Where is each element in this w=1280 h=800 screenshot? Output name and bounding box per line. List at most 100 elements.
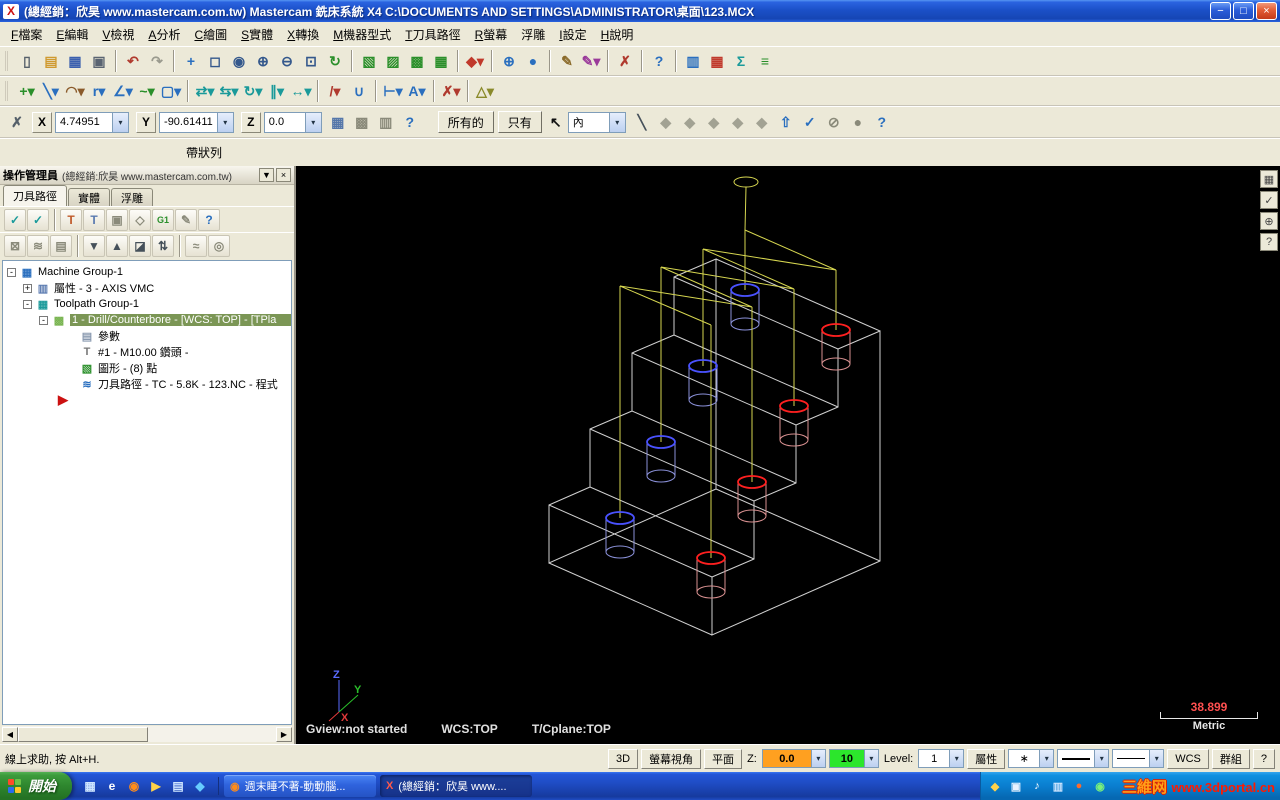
tray-network-icon[interactable]: ▥ xyxy=(1050,778,1066,794)
ql-show-desktop[interactable]: ▦ xyxy=(81,777,99,795)
gview-top-button[interactable]: ▧ xyxy=(357,49,381,73)
line-width-combo[interactable]: 10 ▾ xyxy=(828,749,879,768)
menu-view[interactable]: V檢視 xyxy=(95,23,141,46)
xform-rotate-button[interactable]: ↻▾ xyxy=(241,79,265,103)
join-entities-button[interactable]: ∪ xyxy=(347,79,371,103)
save-file-button[interactable]: ▦ xyxy=(63,49,87,73)
scroll-right-icon[interactable]: ▶ xyxy=(276,726,292,742)
plane-button[interactable]: 平面 xyxy=(704,748,743,769)
wcs-button[interactable]: WCS xyxy=(1167,748,1209,769)
level-combo[interactable]: 1 ▾ xyxy=(918,749,965,768)
tree-geometry[interactable]: ▧ 圖形 - (8) 點 xyxy=(3,360,291,376)
regen-dirty-button[interactable]: T xyxy=(83,208,105,231)
toolbar-grip[interactable] xyxy=(5,51,10,71)
z-axis-button[interactable]: Z xyxy=(240,111,261,133)
tree-operation-1[interactable]: - ▩ 1 - Drill/Counterbore - [WCS: TOP] -… xyxy=(3,312,291,328)
tree-properties[interactable]: + ▥ 屬性 - 3 - AXIS VMC xyxy=(3,280,291,296)
vp-zoom-button[interactable]: ⊕ xyxy=(1260,212,1278,230)
ql-media-player[interactable]: ▶ xyxy=(147,777,165,795)
ops-help-button[interactable]: ? xyxy=(198,208,220,231)
new-file-button[interactable]: ▯ xyxy=(15,49,39,73)
ql-mail[interactable]: ▤ xyxy=(169,777,187,795)
redo-button[interactable]: ↷ xyxy=(145,49,169,73)
ql-firefox[interactable]: ◉ xyxy=(125,777,143,795)
menu-art[interactable]: 浮雕 xyxy=(514,23,552,46)
tab-solids[interactable]: 實體 xyxy=(68,188,110,206)
chevron-down-icon[interactable]: ▾ xyxy=(1039,750,1054,767)
toolpath-display-button[interactable]: ≋ xyxy=(27,234,49,257)
gview-side-button[interactable]: ▩ xyxy=(405,49,429,73)
select-all-operations-button[interactable]: ✓ xyxy=(4,208,26,231)
ops-doc-button[interactable]: ▤ xyxy=(50,234,72,257)
gview-cube-button[interactable]: ◆▾ xyxy=(463,49,487,73)
tree-toggle[interactable]: - xyxy=(23,299,32,309)
selection-mode-select[interactable]: 內 ▾ xyxy=(567,111,626,133)
select-mask-button-1[interactable]: ◆ xyxy=(654,110,678,134)
cursor-x-button[interactable]: ✗ xyxy=(5,110,29,134)
toolpath-lock-button[interactable]: ⊠ xyxy=(4,234,26,257)
menu-solids[interactable]: S實體 xyxy=(234,23,280,46)
tray-ime-icon[interactable]: ▣ xyxy=(1008,778,1024,794)
select-sphere-button[interactable]: ● xyxy=(846,110,870,134)
close-button[interactable]: × xyxy=(1256,2,1277,20)
undo-button[interactable]: ↶ xyxy=(121,49,145,73)
3d-mode-button[interactable]: 3D xyxy=(608,748,639,769)
select-mask-button-5[interactable]: ◆ xyxy=(750,110,774,134)
toolbar-grip[interactable] xyxy=(5,81,10,101)
autocursor-config-button[interactable]: ▦ xyxy=(326,110,350,134)
tree-insert-marker[interactable]: ▶ xyxy=(3,392,291,408)
macros-button[interactable]: ≡ xyxy=(753,49,777,73)
select-mask-button-4[interactable]: ◆ xyxy=(726,110,750,134)
zoom-in-button[interactable]: ⊕ xyxy=(251,49,275,73)
menu-toolpaths[interactable]: T刀具路徑 xyxy=(398,23,467,46)
tree-parameters[interactable]: ▤ 參數 xyxy=(3,328,291,344)
post-button[interactable]: G1 xyxy=(152,208,174,231)
menu-xform[interactable]: X轉換 xyxy=(280,23,326,46)
chevron-down-icon[interactable]: ▾ xyxy=(112,112,129,132)
attributes-button[interactable]: 屬性 xyxy=(967,748,1006,769)
point-style-combo[interactable]: ∗ ▾ xyxy=(1008,749,1055,768)
single-line-select-button[interactable]: ╲ xyxy=(630,110,654,134)
menu-screen[interactable]: R螢幕 xyxy=(468,23,515,46)
ql-internet-explorer[interactable]: e xyxy=(103,777,121,795)
xform-scale-button[interactable]: ↔▾ xyxy=(289,79,313,103)
verify-button[interactable]: ◇ xyxy=(129,208,151,231)
create-line-button[interactable]: ╲▾ xyxy=(39,79,63,103)
chevron-down-icon[interactable]: ▾ xyxy=(304,112,321,132)
note-button[interactable]: A▾ xyxy=(405,79,429,103)
tray-update-icon[interactable]: ● xyxy=(1071,778,1087,794)
move-insert-button[interactable]: ◪ xyxy=(129,234,151,257)
only-display-button[interactable]: ≈ xyxy=(185,234,207,257)
create-spline-button[interactable]: ~▾ xyxy=(135,79,159,103)
line-style-combo[interactable]: ▾ xyxy=(1057,749,1110,768)
point-snap-button[interactable]: ▩ xyxy=(350,110,374,134)
tree-toggle[interactable]: + xyxy=(23,283,32,293)
panel-close-button[interactable]: × xyxy=(276,168,291,182)
select-mask-button-2[interactable]: ◆ xyxy=(678,110,702,134)
delete-duplicates-button[interactable]: ✗▾ xyxy=(439,79,463,103)
menu-analyze[interactable]: A分析 xyxy=(141,23,187,46)
panel-menu-button[interactable]: ▼ xyxy=(259,168,274,182)
vp-help-button[interactable]: ? xyxy=(1260,233,1278,251)
z-depth-combo[interactable]: 0.0 ▾ xyxy=(761,749,826,768)
tray-antivirus-icon[interactable]: ◆ xyxy=(987,778,1003,794)
move-up-button[interactable]: ▲ xyxy=(106,234,128,257)
scroll-left-icon[interactable]: ◀ xyxy=(2,726,18,742)
zoom-window-button[interactable]: ◻ xyxy=(203,49,227,73)
x-axis-button[interactable]: X xyxy=(32,111,53,133)
tree-machine-group[interactable]: - ▦ Machine Group-1 xyxy=(3,264,291,280)
dynamic-pan-button[interactable]: + xyxy=(179,49,203,73)
screen-view-button[interactable]: 螢幕視角 xyxy=(641,748,702,769)
chevron-down-icon[interactable]: ▾ xyxy=(949,750,964,767)
zoom-target-button[interactable]: ◉ xyxy=(227,49,251,73)
ops-options-button[interactable]: ◎ xyxy=(208,234,230,257)
edit-feed-button[interactable]: ✎ xyxy=(175,208,197,231)
chevron-down-icon[interactable]: ▾ xyxy=(1094,750,1109,767)
tray-volume-icon[interactable]: ♪ xyxy=(1029,778,1045,794)
open-file-button[interactable]: ▤ xyxy=(39,49,63,73)
create-point-button[interactable]: +▾ xyxy=(15,79,39,103)
select-validate-button[interactable]: ✓ xyxy=(798,110,822,134)
line-thickness-combo[interactable]: ▾ xyxy=(1112,749,1165,768)
menu-help[interactable]: H說明 xyxy=(594,23,641,46)
chevron-down-icon[interactable]: ▾ xyxy=(608,112,625,132)
